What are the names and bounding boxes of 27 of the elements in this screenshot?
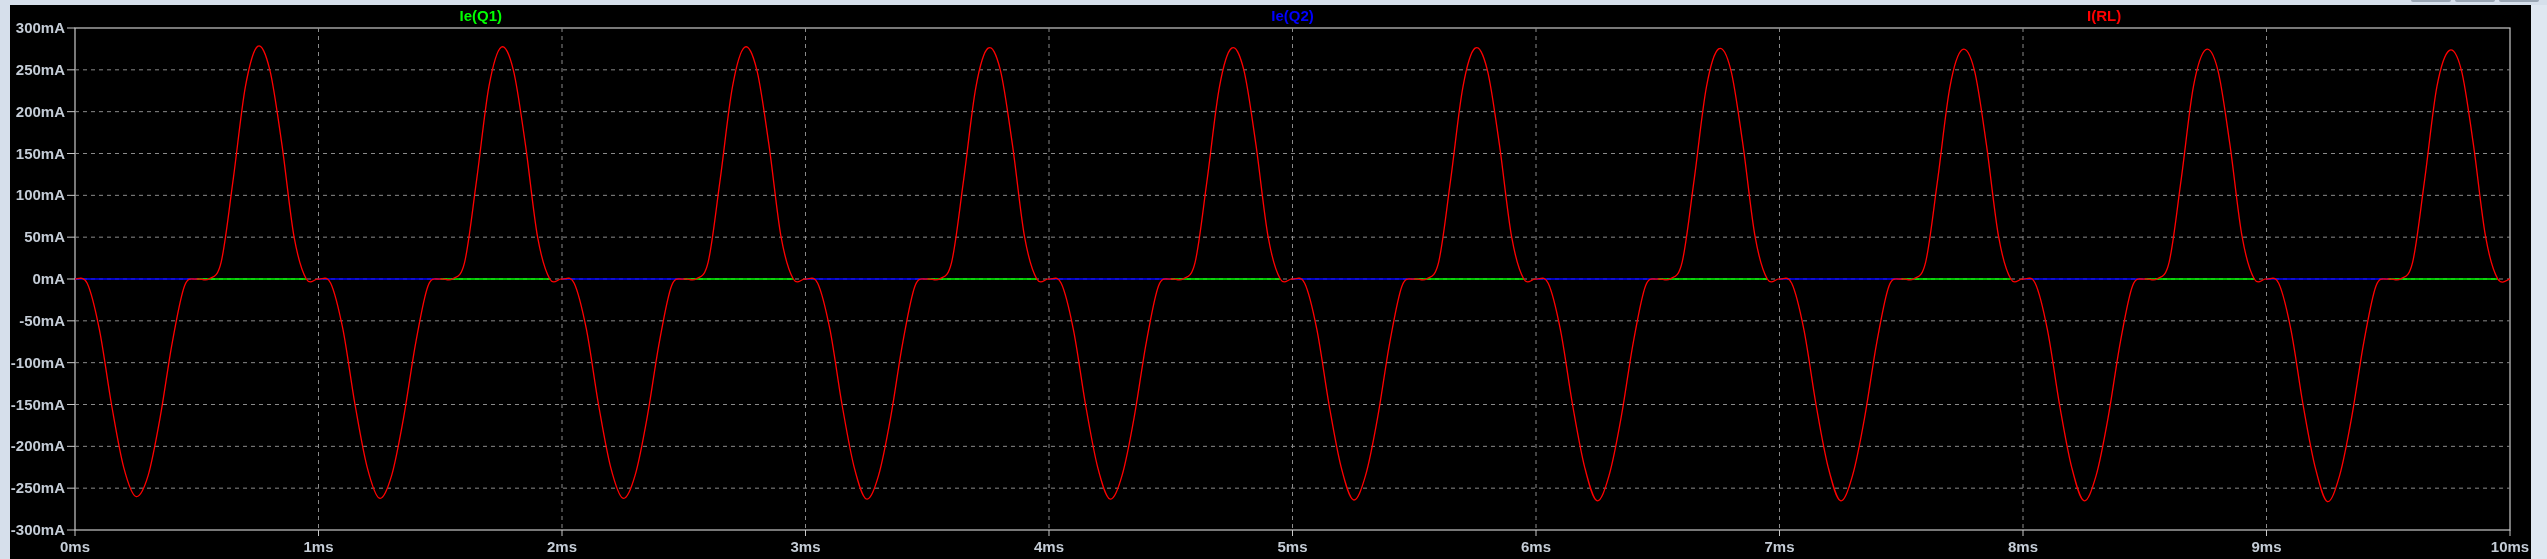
- axis-label: -150mA: [10, 395, 65, 413]
- axis-label: 3ms: [790, 538, 821, 555]
- axis-label: -50mA: [19, 311, 65, 329]
- axis-label: 0mA: [32, 270, 65, 287]
- axis-label: 4ms: [1034, 538, 1064, 555]
- trace-label[interactable]: Ie(Q1): [459, 7, 503, 24]
- axis-label: 50mA: [24, 228, 65, 246]
- axis-label: -250mA: [10, 479, 65, 497]
- axis-label: 7ms: [1764, 538, 1795, 555]
- axis-label: -300mA: [10, 521, 65, 538]
- axis-label: 9ms: [2251, 538, 2282, 555]
- axis-label: 10ms: [2490, 538, 2530, 555]
- axis-label: -200mA: [10, 437, 65, 455]
- scrollbar[interactable]: [2531, 5, 2547, 559]
- axis-label: 300mA: [15, 19, 65, 36]
- axis-label: 100mA: [15, 186, 65, 204]
- axis-label: 150mA: [15, 144, 65, 162]
- axis-label: 250mA: [15, 60, 65, 78]
- axis-label: 6ms: [1521, 538, 1551, 555]
- axis-label: 5ms: [1277, 538, 1308, 555]
- trace-label[interactable]: I(RL): [2087, 7, 2122, 24]
- axis-label: 0ms: [60, 538, 90, 555]
- axis-label: 2ms: [547, 538, 577, 555]
- axis-label: 1ms: [303, 538, 334, 555]
- axis-label: -100mA: [10, 353, 65, 371]
- axis-label: 200mA: [15, 102, 65, 120]
- axis-label: 8ms: [2008, 538, 2038, 555]
